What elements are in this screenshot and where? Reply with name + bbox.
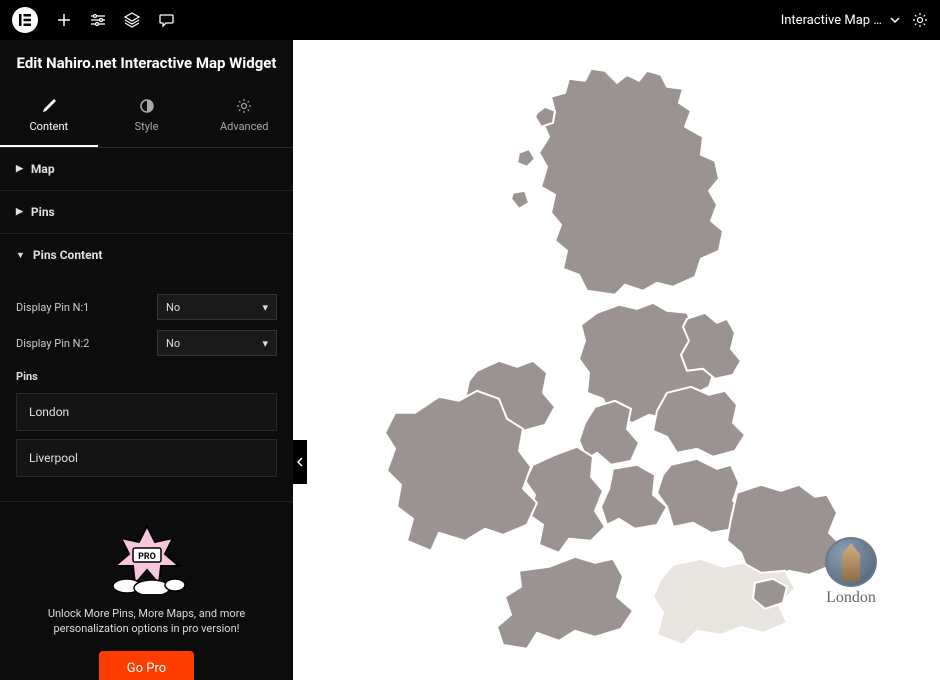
section-header-map[interactable]: ▶ Map — [0, 148, 293, 190]
add-icon[interactable] — [56, 12, 72, 28]
section-header-pins-content[interactable]: ▼ Pins Content — [0, 234, 293, 276]
gear-icon — [236, 98, 252, 114]
section-map: ▶ Map — [0, 148, 293, 191]
topbar: Interactive Map … — [0, 0, 940, 40]
section-pins-content: ▼ Pins Content Display Pin N:1 No ▾ Disp… — [0, 234, 293, 502]
elementor-logo[interactable] — [12, 7, 38, 33]
section-title: Pins Content — [33, 248, 102, 262]
comment-icon[interactable] — [158, 12, 174, 28]
pins-subheader: Pins — [16, 370, 277, 383]
select-display-pin-2[interactable]: No ▾ — [157, 330, 277, 356]
section-body: Display Pin N:1 No ▾ Display Pin N:2 No … — [0, 276, 293, 501]
select-display-pin-1[interactable]: No ▾ — [157, 294, 277, 320]
chevron-left-icon — [297, 457, 303, 467]
pin-label: London — [826, 589, 876, 607]
pro-badge-text: PRO — [138, 552, 156, 562]
uk-map — [337, 53, 897, 680]
sidebar-header: Edit Nahiro.net Interactive Map Widget — [0, 40, 293, 86]
tab-advanced[interactable]: Advanced — [195, 86, 293, 147]
section-title: Map — [31, 162, 55, 176]
section-title: Pins — [31, 205, 55, 219]
caret-right-icon: ▶ — [16, 164, 23, 174]
tab-label: Advanced — [220, 120, 268, 133]
page-title-text: Interactive Map … — [781, 13, 882, 28]
chevron-down-icon — [890, 17, 900, 23]
contrast-icon — [139, 98, 155, 114]
pencil-icon — [41, 98, 57, 114]
topbar-left — [12, 7, 174, 33]
section-pins: ▶ Pins — [0, 191, 293, 234]
settings-slider-icon[interactable] — [90, 12, 106, 28]
tabs: Content Style Advanced — [0, 86, 293, 148]
topbar-right: Interactive Map … — [781, 12, 928, 28]
select-value: No — [166, 337, 180, 350]
sidebar: Edit Nahiro.net Interactive Map Widget C… — [0, 40, 293, 680]
caret-down-icon: ▼ — [16, 250, 25, 261]
pin-marker-icon — [825, 537, 877, 587]
collapse-sidebar-handle[interactable] — [293, 440, 307, 484]
main: Edit Nahiro.net Interactive Map Widget C… — [0, 40, 940, 680]
canvas[interactable]: London — [293, 40, 940, 680]
select-value: No — [166, 301, 180, 314]
control-display-pin-2: Display Pin N:2 No ▾ — [16, 330, 277, 356]
promo-box: PRO Unlock More Pins, More Maps, and mor… — [0, 502, 293, 680]
promo-text: Unlock More Pins, More Maps, and more pe… — [16, 606, 277, 637]
page-title-dropdown[interactable]: Interactive Map … — [781, 13, 900, 28]
pin-item-label: London — [29, 405, 69, 419]
tab-label: Content — [30, 120, 69, 133]
chevron-down-icon: ▾ — [262, 337, 268, 350]
section-header-pins[interactable]: ▶ Pins — [0, 191, 293, 233]
pin-item-london[interactable]: London — [16, 393, 277, 431]
layers-icon[interactable] — [124, 12, 140, 28]
chevron-down-icon: ▾ — [262, 301, 268, 314]
gear-icon[interactable] — [912, 12, 928, 28]
go-pro-button[interactable]: Go Pro — [99, 651, 194, 680]
map-pin-london[interactable]: London — [823, 537, 879, 607]
promo-illustration: PRO — [97, 524, 197, 594]
caret-right-icon: ▶ — [16, 207, 23, 217]
pin-item-liverpool[interactable]: Liverpool — [16, 439, 277, 477]
tab-label: Style — [135, 120, 159, 133]
control-label: Display Pin N:2 — [16, 337, 89, 350]
control-display-pin-1: Display Pin N:1 No ▾ — [16, 294, 277, 320]
control-label: Display Pin N:1 — [16, 301, 89, 314]
tab-content[interactable]: Content — [0, 86, 98, 147]
tab-style[interactable]: Style — [98, 86, 196, 147]
pin-item-label: Liverpool — [29, 451, 78, 465]
